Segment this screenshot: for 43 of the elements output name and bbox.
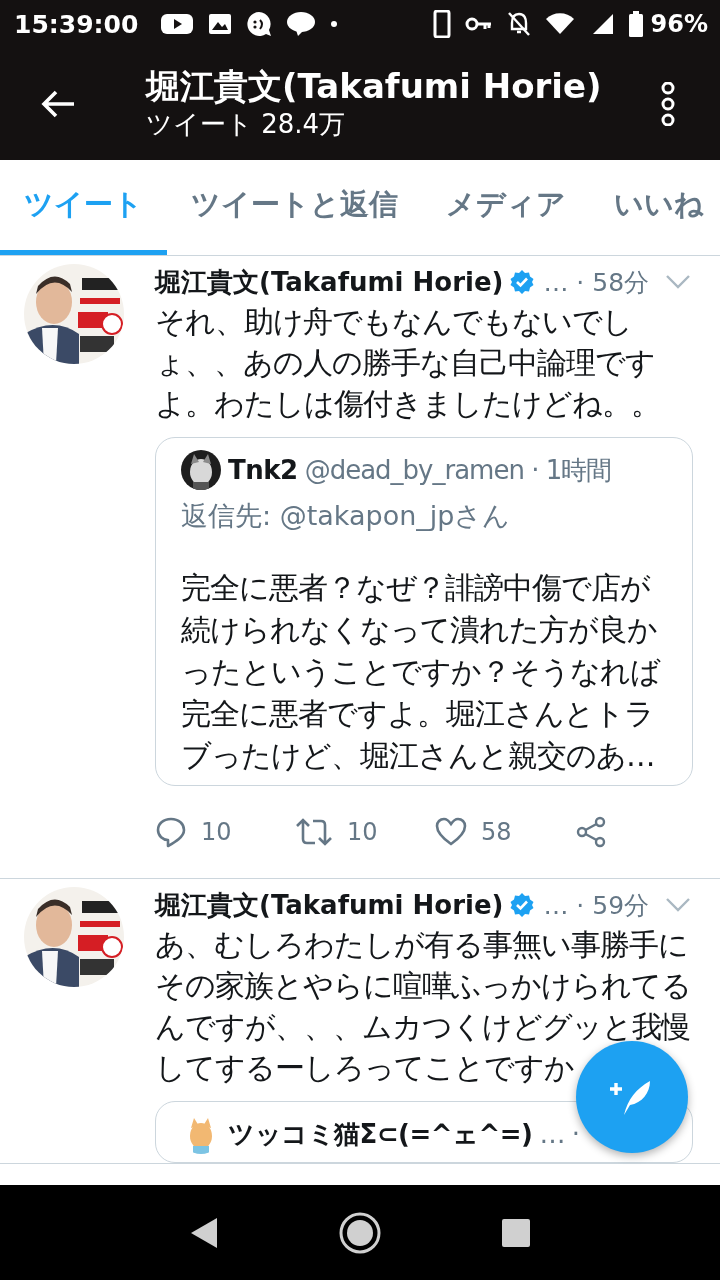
profile-tab[interactable]: メディア (422, 160, 590, 255)
profile-name: 堀江貴文(Takafumi Horie) (146, 66, 603, 106)
quoted-tweet-text: 完全に悪者？なぜ？誹謗中傷で店が続けられなくなって潰れた方が良かったということですか？そうなれば完全に悪者ですよ。堀江さんとトラブったけど、堀江さんと親交のあ… (181, 570, 662, 775)
back-triangle-icon[interactable] (189, 1215, 220, 1250)
retweet-icon[interactable] (295, 817, 333, 847)
home-circle-icon[interactable] (338, 1210, 382, 1255)
reply-to-label: 返信先: @takapon_jpさん (181, 499, 512, 533)
more-options-icon[interactable] (660, 82, 676, 126)
like-count: 58 (481, 818, 512, 846)
author-name[interactable]: 堀江貴文(Takafumi Horie) (155, 264, 504, 300)
image-icon (208, 12, 233, 36)
profile-tab[interactable]: いいね (590, 160, 720, 255)
tweet-time: … · 59分 (543, 889, 650, 922)
reply-icon[interactable] (155, 816, 187, 848)
tweet-count: ツイート 28.4万 (146, 108, 347, 141)
battery-icon (628, 11, 643, 37)
key-icon (464, 16, 493, 32)
quoted-author-handle: … · (539, 1119, 579, 1149)
dot-icon (330, 20, 339, 28)
like-icon[interactable] (435, 817, 467, 847)
bell-muted-icon (506, 11, 531, 37)
retweet-count: 10 (347, 818, 378, 846)
profile-tab[interactable]: ツイートと返信 (167, 160, 422, 255)
reply-count: 10 (201, 818, 232, 846)
quoted-author-name: Tnk2 (228, 455, 298, 485)
quoted-author-handle: @dead_by_ramen · 1時間 (304, 453, 612, 487)
status-time: 15:39:00 (14, 9, 139, 39)
author-name[interactable]: 堀江貴文(Takafumi Horie) (155, 887, 504, 923)
video-play-icon (160, 12, 195, 36)
tweet-text: それ、助け舟でもなんでもないでしょ、、あの人の勝手な自己中論理ですよ。わたしは傷付きましたけどね。。 (155, 304, 661, 423)
phone-icon (432, 10, 451, 38)
wifi-icon (544, 12, 577, 36)
recents-square-icon[interactable] (500, 1217, 531, 1248)
speech-bubble-icon (286, 11, 317, 37)
quoted-tweet-card[interactable]: Tnk2 @dead_by_ramen · 1時間 返信先: @takapon_jpさん 完全に悪者？なぜ？誹謗中傷で店が続けられなくなって潰れた方が良かったということですか？そうなれば完全に悪者ですよ。堀江さんとトラブったけど、堀江さんと親交のあ… (155, 437, 693, 786)
battery-percent: 96% (650, 10, 708, 38)
tweet-text: あ、むしろわたしが有る事無い事勝手にその家族とやらに喧嘩ふっかけられてるんですが、、、ムカつくけどグッと我慢してするーしろってことですか (155, 927, 692, 1087)
chat-bubble-icon (246, 11, 273, 37)
compose-tweet-button[interactable] (576, 1041, 688, 1153)
tweet-time: … · 58分 (543, 266, 650, 299)
back-icon[interactable] (40, 89, 76, 119)
quoted-author-name: ツッコミ猫Σ⊂(=^ェ^=) (228, 1117, 533, 1151)
share-icon[interactable] (575, 816, 607, 848)
